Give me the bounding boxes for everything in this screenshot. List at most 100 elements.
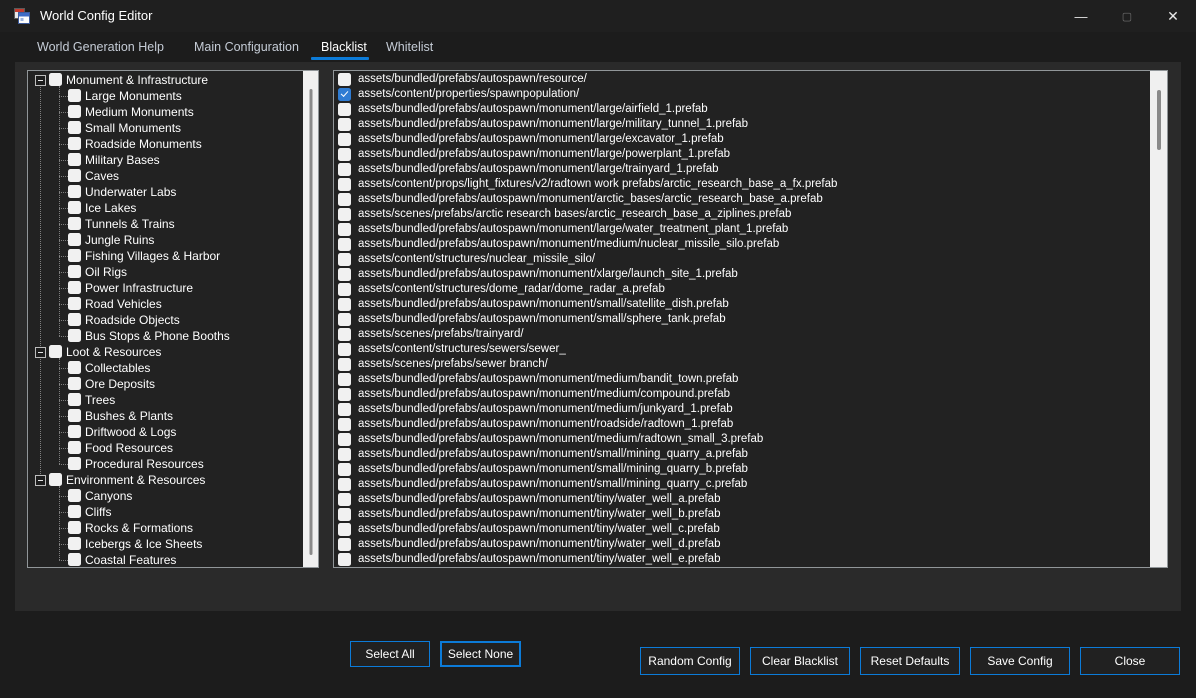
checkbox[interactable] (338, 313, 351, 326)
list-item[interactable]: assets/bundled/prefabs/autospawn/resourc… (334, 72, 1149, 87)
checkbox[interactable] (68, 281, 81, 294)
tree-node[interactable]: Canyons (28, 488, 303, 504)
tree-node[interactable]: Caves (28, 168, 303, 184)
tree-node[interactable]: Icebergs & Ice Sheets (28, 536, 303, 552)
tab-main-configuration[interactable]: Main Configuration (194, 40, 299, 54)
list-item[interactable]: assets/content/structures/dome_radar/dom… (334, 282, 1149, 297)
tree-node[interactable]: Environment & Resources (28, 472, 303, 488)
checkbox[interactable] (68, 121, 81, 134)
save-config-button[interactable]: Save Config (970, 647, 1070, 675)
reset-defaults-button[interactable]: Reset Defaults (860, 647, 960, 675)
select-none-button[interactable]: Select None (440, 641, 521, 667)
tree-node[interactable]: Collectables (28, 360, 303, 376)
clear-blacklist-button[interactable]: Clear Blacklist (750, 647, 850, 675)
tree-node[interactable]: Road Vehicles (28, 296, 303, 312)
maximize-button[interactable]: ▢ (1104, 0, 1150, 32)
tree-scrollbar[interactable] (303, 71, 318, 567)
minimize-button[interactable]: — (1058, 0, 1104, 32)
tree-node[interactable]: Military Bases (28, 152, 303, 168)
checkbox[interactable] (338, 388, 351, 401)
tree-node[interactable]: Ore Deposits (28, 376, 303, 392)
list-item[interactable]: assets/bundled/prefabs/autospawn/monumen… (334, 402, 1149, 417)
list-item[interactable]: assets/bundled/prefabs/autospawn/monumen… (334, 192, 1149, 207)
checkbox[interactable] (338, 553, 351, 566)
collapse-expander-icon[interactable] (35, 347, 46, 358)
checkbox[interactable] (68, 201, 81, 214)
checkbox[interactable] (338, 73, 351, 86)
tree-node[interactable]: Tunnels & Trains (28, 216, 303, 232)
list-item[interactable]: assets/scenes/prefabs/arctic research ba… (334, 207, 1149, 222)
checkbox[interactable] (338, 478, 351, 491)
checkbox[interactable] (338, 88, 351, 101)
checkbox[interactable] (338, 163, 351, 176)
checkbox[interactable] (338, 538, 351, 551)
list-item[interactable]: assets/bundled/prefabs/autospawn/monumen… (334, 417, 1149, 432)
collapse-expander-icon[interactable] (35, 475, 46, 486)
tab-world-generation-help[interactable]: World Generation Help (37, 40, 164, 54)
collapse-expander-icon[interactable] (35, 75, 46, 86)
checkbox[interactable] (338, 208, 351, 221)
checkbox[interactable] (68, 377, 81, 390)
list-item[interactable]: assets/bundled/prefabs/autospawn/monumen… (334, 222, 1149, 237)
list-item[interactable]: assets/content/props/light_fixtures/v2/r… (334, 177, 1149, 192)
list-item[interactable]: assets/bundled/prefabs/autospawn/monumen… (334, 372, 1149, 387)
checkbox[interactable] (338, 223, 351, 236)
checkbox[interactable] (338, 418, 351, 431)
tree-node[interactable]: Medium Monuments (28, 104, 303, 120)
tab-blacklist[interactable]: Blacklist (321, 40, 367, 54)
checkbox[interactable] (68, 249, 81, 262)
list-item[interactable]: assets/bundled/prefabs/autospawn/monumen… (334, 477, 1149, 492)
checkbox[interactable] (338, 493, 351, 506)
checkbox[interactable] (338, 343, 351, 356)
checkbox[interactable] (338, 448, 351, 461)
checkbox[interactable] (49, 345, 62, 358)
tree-node[interactable]: Power Infrastructure (28, 280, 303, 296)
list-item[interactable]: assets/bundled/prefabs/autospawn/monumen… (334, 432, 1149, 447)
checkbox[interactable] (338, 508, 351, 521)
close-button[interactable]: Close (1080, 647, 1180, 675)
tree-node[interactable]: Fishing Villages & Harbor (28, 248, 303, 264)
list-item[interactable]: assets/bundled/prefabs/autospawn/monumen… (334, 297, 1149, 312)
checkbox[interactable] (68, 409, 81, 422)
tree-node[interactable]: Procedural Resources (28, 456, 303, 472)
list-item[interactable]: assets/bundled/prefabs/autospawn/monumen… (334, 462, 1149, 477)
list-scrollbar[interactable] (1150, 71, 1167, 567)
tree-node[interactable]: Food Resources (28, 440, 303, 456)
tree-node[interactable]: Roadside Objects (28, 312, 303, 328)
list-item[interactable]: assets/bundled/prefabs/autospawn/monumen… (334, 147, 1149, 162)
checkbox[interactable] (338, 118, 351, 131)
checkbox[interactable] (338, 433, 351, 446)
tree-node[interactable]: Driftwood & Logs (28, 424, 303, 440)
checkbox[interactable] (68, 105, 81, 118)
checkbox[interactable] (68, 521, 81, 534)
list-scrollbar-thumb[interactable] (1157, 90, 1161, 150)
tree-node[interactable]: Loot & Resources (28, 344, 303, 360)
list-item[interactable]: assets/scenes/prefabs/sewer branch/ (334, 357, 1149, 372)
list-item[interactable]: assets/bundled/prefabs/autospawn/monumen… (334, 492, 1149, 507)
checkbox[interactable] (338, 178, 351, 191)
tree-node[interactable]: Rocks & Formations (28, 520, 303, 536)
checkbox[interactable] (68, 425, 81, 438)
checkbox[interactable] (49, 473, 62, 486)
tree-node[interactable]: Ice Lakes (28, 200, 303, 216)
checkbox[interactable] (338, 253, 351, 266)
list-item[interactable]: assets/bundled/prefabs/autospawn/monumen… (334, 312, 1149, 327)
close-button[interactable]: ✕ (1150, 0, 1196, 32)
list-item[interactable]: assets/content/structures/nuclear_missil… (334, 252, 1149, 267)
checkbox[interactable] (49, 73, 62, 86)
random-config-button[interactable]: Random Config (640, 647, 740, 675)
checkbox[interactable] (68, 441, 81, 454)
tree-node[interactable]: Coastal Features (28, 552, 303, 567)
checkbox[interactable] (68, 553, 81, 566)
checkbox[interactable] (68, 505, 81, 518)
tree-node[interactable]: Jungle Ruins (28, 232, 303, 248)
checkbox[interactable] (68, 313, 81, 326)
tree-node[interactable]: Underwater Labs (28, 184, 303, 200)
tree-scrollbar-thumb[interactable] (309, 89, 312, 555)
checkbox[interactable] (68, 393, 81, 406)
tab-whitelist[interactable]: Whitelist (386, 40, 433, 54)
list-item[interactable]: assets/content/properties/spawnpopulatio… (334, 87, 1149, 102)
checkbox[interactable] (338, 403, 351, 416)
list-item[interactable]: assets/bundled/prefabs/autospawn/monumen… (334, 132, 1149, 147)
checkbox[interactable] (338, 358, 351, 371)
